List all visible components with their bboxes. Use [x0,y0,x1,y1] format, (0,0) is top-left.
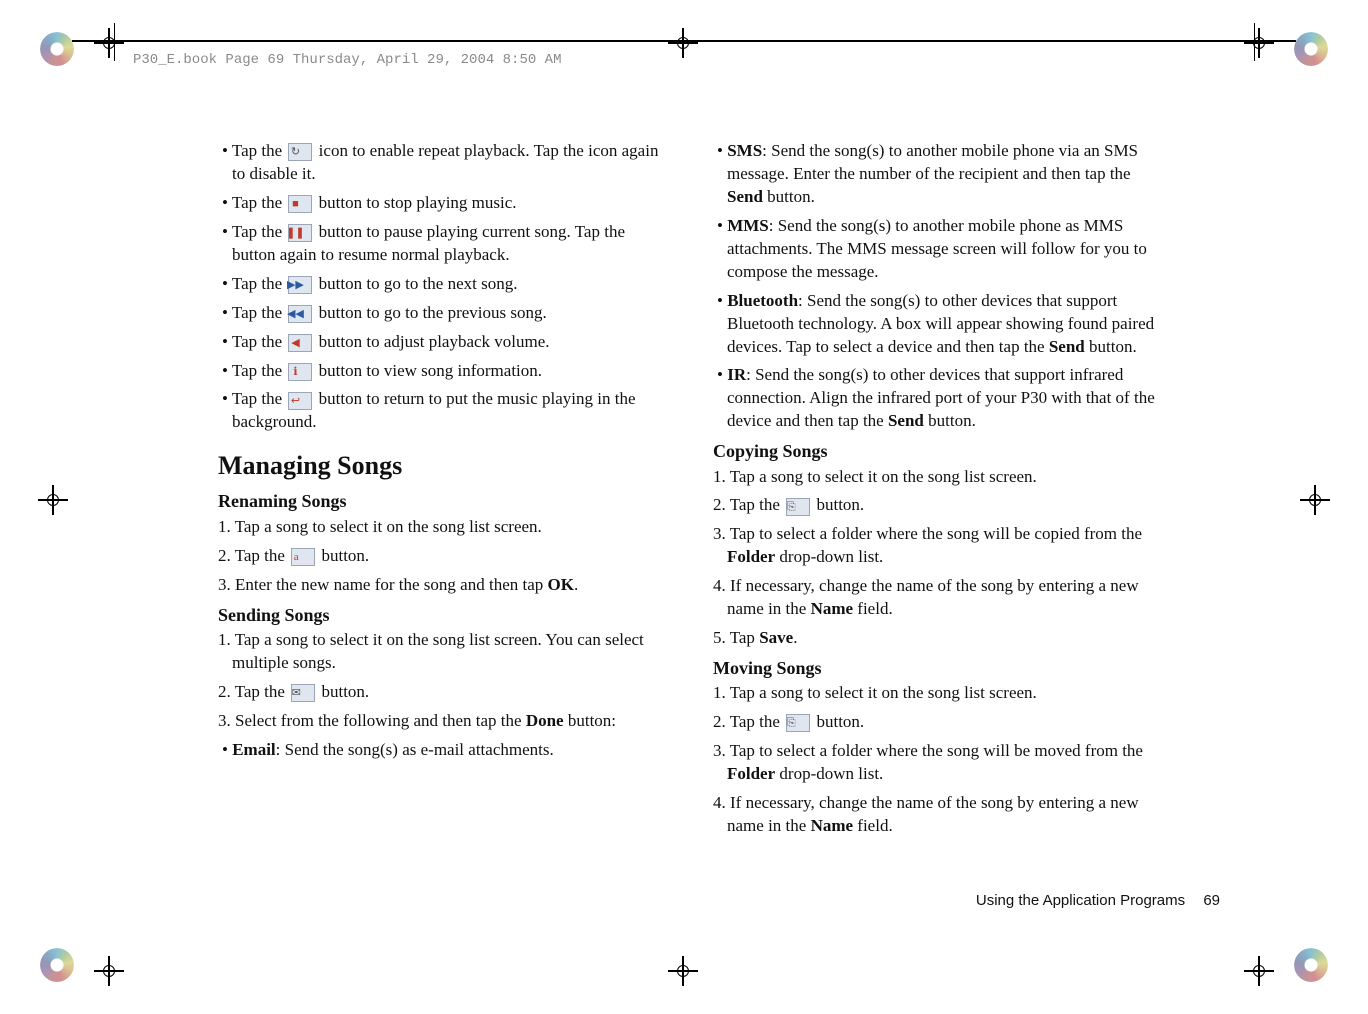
move-step-3: 3. Tap to select a folder where the song… [713,740,1158,786]
header-meta: P30_E.book Page 69 Thursday, April 29, 2… [133,52,561,68]
copy-step-4: 4. If necessary, change the name of the … [713,575,1158,621]
send-step-2: 2. Tap the ✉ button. [218,681,663,704]
bullet-stop: Tap the ■ button to stop playing music. [218,192,663,215]
page-footer: Using the Application Programs 69 [976,892,1220,909]
repeat-icon: ↻ [288,143,312,161]
copy-step-3: 3. Tap to select a folder where the song… [713,523,1158,569]
left-column: Tap the ↻ icon to enable repeat playback… [218,140,663,844]
bullet-volume: Tap the ◀ button to adjust playback volu… [218,331,663,354]
move-icon: ⎘ [786,714,810,732]
move-step-2: 2. Tap the ⎘ button. [713,711,1158,734]
copy-icon: ⎘ [786,498,810,516]
bullet-prev: Tap the ◀◀ button to go to the previous … [218,302,663,325]
send-option-bluetooth: Bluetooth: Send the song(s) to other dev… [713,290,1158,359]
copy-step-2: 2. Tap the ⎘ button. [713,494,1158,517]
send-option-sms: SMS: Send the song(s) to another mobile … [713,140,1158,209]
pause-icon: ❚❚ [288,224,312,242]
colorwheel-icon [1294,32,1328,66]
send-option-ir: IR: Send the song(s) to other devices th… [713,364,1158,433]
heading-managing-songs: Managing Songs [218,448,663,483]
rename-step-2: 2. Tap the a button. [218,545,663,568]
next-icon: ▶▶ [288,276,312,294]
colorwheel-icon [40,32,74,66]
rename-step-3: 3. Enter the new name for the song and t… [218,574,663,597]
copy-step-5: 5. Tap Save. [713,627,1158,650]
registration-mark-icon [94,956,124,986]
registration-mark-icon [38,485,68,515]
registration-mark-icon [668,28,698,58]
send-option-mms: MMS: Send the song(s) to another mobile … [713,215,1158,284]
copy-step-1: 1. Tap a song to select it on the song l… [713,466,1158,489]
send-icon: ✉ [291,684,315,702]
page-number: 69 [1203,892,1220,909]
return-icon: ↩ [288,392,312,410]
heading-renaming-songs: Renaming Songs [218,489,663,513]
stop-icon: ■ [288,195,312,213]
info-icon: ℹ [288,363,312,381]
bullet-info: Tap the ℹ button to view song informatio… [218,360,663,383]
colorwheel-icon [40,948,74,982]
bullet-pause: Tap the ❚❚ button to pause playing curre… [218,221,663,267]
colorwheel-icon [1294,948,1328,982]
registration-mark-icon [668,956,698,986]
registration-mark-icon [1244,956,1274,986]
footer-title: Using the Application Programs [976,892,1185,909]
registration-mark-icon [1244,28,1274,58]
registration-mark-icon [94,28,124,58]
rename-icon: a [291,548,315,566]
registration-mark-icon [1300,485,1330,515]
volume-icon: ◀ [288,334,312,352]
send-option-email: Email: Send the song(s) as e-mail attach… [218,739,663,762]
send-step-3: 3. Select from the following and then ta… [218,710,663,733]
prev-icon: ◀◀ [288,305,312,323]
rename-step-1: 1. Tap a song to select it on the song l… [218,516,663,539]
move-step-4: 4. If necessary, change the name of the … [713,792,1158,838]
send-step-1: 1. Tap a song to select it on the song l… [218,629,663,675]
move-step-1: 1. Tap a song to select it on the song l… [713,682,1158,705]
content-area: Tap the ↻ icon to enable repeat playback… [218,140,1268,844]
bullet-return: Tap the ↩ button to return to put the mu… [218,388,663,434]
heading-sending-songs: Sending Songs [218,603,663,627]
document-page: P30_E.book Page 69 Thursday, April 29, 2… [0,0,1368,1014]
heading-copying-songs: Copying Songs [713,439,1158,463]
right-column: SMS: Send the song(s) to another mobile … [713,140,1158,844]
bullet-next: Tap the ▶▶ button to go to the next song… [218,273,663,296]
heading-moving-songs: Moving Songs [713,656,1158,680]
bullet-repeat: Tap the ↻ icon to enable repeat playback… [218,140,663,186]
